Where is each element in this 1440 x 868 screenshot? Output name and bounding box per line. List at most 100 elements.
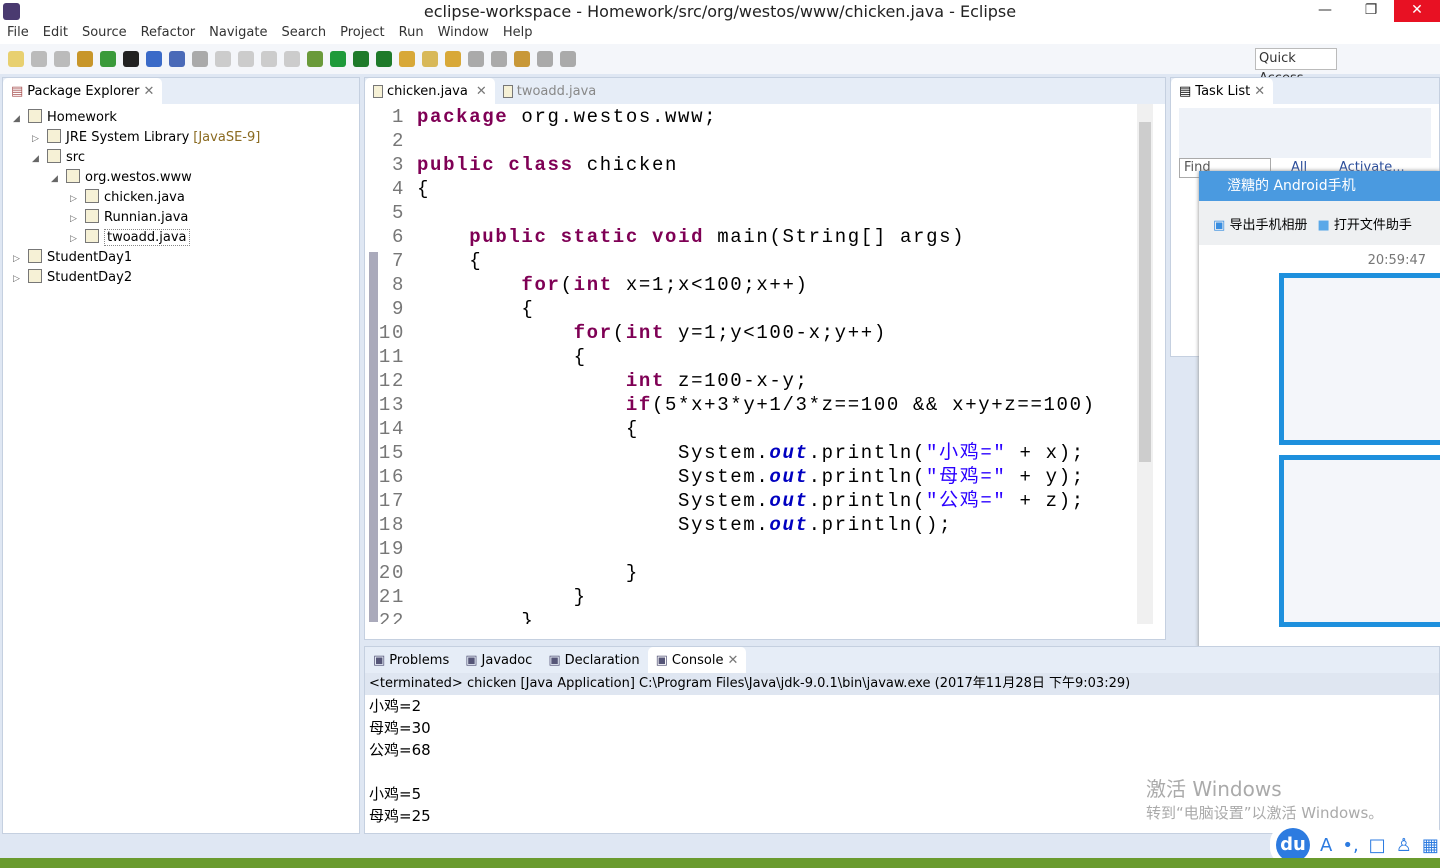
toolbar-button-icon[interactable] <box>491 51 507 67</box>
tab-package-explorer[interactable]: ▤ Package Explorer ✕ <box>3 78 163 104</box>
tab-declaration[interactable]: ▣ Declaration <box>540 647 647 673</box>
code-token: } <box>417 562 639 584</box>
toolbar-button-icon[interactable] <box>560 51 576 67</box>
tree-item[interactable]: ▷ twoadd.java <box>13 228 359 248</box>
toolbar-button-icon[interactable] <box>215 51 231 67</box>
toolbar-button-icon[interactable] <box>468 51 484 67</box>
tree-item[interactable]: ▷ chicken.java <box>13 188 359 208</box>
toolbar-button-icon[interactable] <box>77 51 93 67</box>
editor-tab[interactable]: twoadd.java <box>495 78 605 104</box>
open-file-helper-button[interactable]: ■ 打开文件助手 <box>1317 214 1411 233</box>
quick-access-input[interactable]: Quick Access <box>1255 48 1337 86</box>
tree-item[interactable]: ▷ JRE System Library [JavaSE-9] <box>13 128 359 148</box>
ime-tool-icon[interactable]: ▦ <box>1422 835 1439 856</box>
baidu-ime-logo[interactable]: du <box>1276 828 1310 862</box>
toolbar-button-icon[interactable] <box>146 51 162 67</box>
collapsed-arrow-icon[interactable]: ▷ <box>70 209 80 229</box>
tab-console[interactable]: ▣ Console ✕ <box>647 647 747 673</box>
tab-problems[interactable]: ▣ Problems <box>365 647 457 673</box>
menu-project[interactable]: Project <box>340 24 384 44</box>
package-explorer-panel: ▤ Package Explorer ✕ ◢ Homework ▷ JRE System … <box>2 77 360 834</box>
line-number: 13 <box>378 394 405 416</box>
toolbar-button-icon[interactable] <box>330 51 346 67</box>
menu-run[interactable]: Run <box>399 24 424 44</box>
ime-tool-icon[interactable]: A <box>1320 835 1332 856</box>
menu-help[interactable]: Help <box>503 24 533 44</box>
menu-file[interactable]: File <box>7 24 29 44</box>
code-token: ( <box>612 322 626 344</box>
tab-javadoc[interactable]: ▣ Javadoc <box>457 647 540 673</box>
toolbar-button-icon[interactable] <box>353 51 369 67</box>
collapsed-arrow-icon[interactable]: ▷ <box>13 269 23 289</box>
close-icon[interactable]: ✕ <box>728 653 739 668</box>
line-number: 16 <box>378 466 405 488</box>
restore-button[interactable]: ❐ <box>1348 0 1394 22</box>
tab-task-list[interactable]: ▤ Task List ✕ <box>1171 78 1274 104</box>
screenshot-image[interactable] <box>1279 455 1440 627</box>
toolbar-button-icon[interactable] <box>100 51 116 67</box>
toolbar-button-icon[interactable] <box>261 51 277 67</box>
tree-node-icon <box>85 189 99 203</box>
ime-tool-icon[interactable]: •, <box>1342 835 1358 856</box>
tree-item[interactable]: ◢ src <box>13 148 359 168</box>
console-output[interactable]: 小鸡=2 母鸡=30 公鸡=68 小鸡=5 母鸡=25 <box>369 695 431 827</box>
close-icon[interactable]: ✕ <box>143 84 154 99</box>
toolbar-button-icon[interactable] <box>192 51 208 67</box>
toolbar-button-icon[interactable] <box>514 51 530 67</box>
screenshot-image[interactable] <box>1279 273 1440 445</box>
toolbar-button-icon[interactable] <box>445 51 461 67</box>
tree-item-label: org.westos.www <box>85 170 192 185</box>
export-album-button[interactable]: ▣ 导出手机相册 <box>1213 214 1307 233</box>
menu-window[interactable]: Window <box>438 24 489 44</box>
menu-source[interactable]: Source <box>82 24 127 44</box>
toolbar-button-icon[interactable] <box>422 51 438 67</box>
tree-item[interactable]: ▷ StudentDay2 <box>13 268 359 288</box>
expanded-arrow-icon[interactable]: ◢ <box>32 149 42 169</box>
code-token: x=1;x<100;x++) <box>612 274 809 296</box>
collapsed-arrow-icon[interactable]: ▷ <box>32 129 42 149</box>
tree-item[interactable]: ◢ Homework <box>13 108 359 128</box>
scroll-thumb[interactable] <box>1139 122 1151 462</box>
ime-tool-icon[interactable]: ♙ <box>1396 835 1412 856</box>
minimize-button[interactable]: — <box>1302 0 1348 22</box>
ime-tool-icon[interactable]: □ <box>1369 835 1386 856</box>
image-icon: ▣ <box>1213 217 1226 233</box>
code-token: int <box>573 274 613 296</box>
close-icon[interactable]: ✕ <box>476 84 487 99</box>
code-editor[interactable]: 1 package org.westos.www; 2 3 public class c… <box>365 104 1137 624</box>
line-number: 22 <box>378 610 405 624</box>
line-number: 14 <box>378 418 405 440</box>
toolbar-button-icon[interactable] <box>8 51 24 67</box>
toolbar-button-icon[interactable] <box>376 51 392 67</box>
toolbar-button-icon[interactable] <box>238 51 254 67</box>
editor-tab[interactable]: chicken.java ✕ <box>365 78 495 104</box>
toolbar-button-icon[interactable] <box>169 51 185 67</box>
toolbar-button-icon[interactable] <box>31 51 47 67</box>
toolbar-button-icon[interactable] <box>284 51 300 67</box>
tree-node-icon <box>66 169 80 183</box>
tree-item-label: twoadd.java <box>104 229 190 246</box>
console-line: 小鸡=5 <box>369 785 422 803</box>
collapsed-arrow-icon[interactable]: ▷ <box>70 189 80 209</box>
expanded-arrow-icon[interactable]: ◢ <box>13 109 23 129</box>
toolbar-button-icon[interactable] <box>54 51 70 67</box>
toolbar-button-icon[interactable] <box>123 51 139 67</box>
expanded-arrow-icon[interactable]: ◢ <box>51 169 61 189</box>
menu-refactor[interactable]: Refactor <box>141 24 196 44</box>
menu-navigate[interactable]: Navigate <box>209 24 267 44</box>
toolbar-button-icon[interactable] <box>399 51 415 67</box>
tree-item[interactable]: ▷ Runnian.java <box>13 208 359 228</box>
editor-scrollbar[interactable] <box>1137 104 1153 624</box>
toolbar-button-icon[interactable] <box>307 51 323 67</box>
menu-edit[interactable]: Edit <box>43 24 68 44</box>
editor-panel: chicken.java ✕ twoadd.java 1 package org.we… <box>364 77 1166 640</box>
collapsed-arrow-icon[interactable]: ▷ <box>70 229 80 249</box>
close-button[interactable]: ✕ <box>1394 0 1440 22</box>
menu-search[interactable]: Search <box>281 24 326 44</box>
tree-item[interactable]: ▷ StudentDay1 <box>13 248 359 268</box>
toolbar-button-icon[interactable] <box>537 51 553 67</box>
collapsed-arrow-icon[interactable]: ▷ <box>13 249 23 269</box>
tree-item[interactable]: ◢ org.westos.www <box>13 168 359 188</box>
close-icon[interactable]: ✕ <box>1254 84 1265 99</box>
